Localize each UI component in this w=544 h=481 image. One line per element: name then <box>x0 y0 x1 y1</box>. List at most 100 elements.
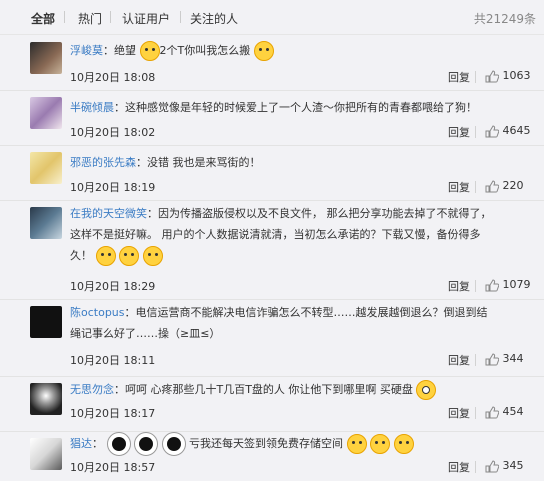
action-divider <box>475 354 476 366</box>
action-divider <box>475 407 476 419</box>
comment-text: 在我的天空微笑：因为传播盗版侵权以及不良文件， 那么把分享功能去掉了不就得了， … <box>70 203 510 266</box>
like-button[interactable]: 220 <box>485 179 524 193</box>
comment-row: 无思勿念：呵呵 心疼那些几十T几百T盘的人 你让他下到哪里啊 买硬盘 10月20… <box>0 377 544 432</box>
comment-timestamp: 10月20日 18:08 <box>70 71 156 84</box>
tab-divider <box>180 11 181 23</box>
crying-emoji-icon <box>95 246 116 266</box>
tab-divider <box>64 11 65 23</box>
comment-row: 半碗倾晨：这种感觉像是年轻的时候爱上了一个人渣～你把所有的青春都喂给了狗！ 10… <box>0 91 544 146</box>
action-divider <box>475 461 476 473</box>
action-divider <box>475 280 476 292</box>
comment-text-part: 这种感觉像是年轻的时候爱上了一个人渣～你把所有的青春都喂给了狗！ <box>125 101 477 114</box>
reply-button[interactable]: 回复 <box>448 459 470 475</box>
comment-timestamp: 10月20日 18:19 <box>70 181 156 194</box>
tab-verified-users[interactable]: 认证用户 <box>122 10 170 27</box>
username-link[interactable]: 猖达 <box>70 437 92 450</box>
comment-text-part: 呵呵 心疼那些几十T几百T盘的人 你让他下到哪里啊 买硬盘 <box>125 383 413 396</box>
thumbs-up-icon <box>485 278 499 291</box>
panda-emoji-icon <box>161 432 186 456</box>
smirk-emoji-icon <box>346 434 367 454</box>
comment-text-part: 因为传播盗版侵权以及不良文件， 那么把分享功能去掉了不就得了， <box>158 207 492 220</box>
comment-timestamp: 10月20日 18:11 <box>70 354 156 367</box>
username-link[interactable]: 邪恶的张先森 <box>70 156 136 169</box>
comment-row: 陈octopus：电信运营商不能解决电信诈骗怎么不转型……越发展越倒退么？倒退到… <box>0 300 544 377</box>
username-link[interactable]: 在我的天空微笑 <box>70 207 147 220</box>
like-button[interactable]: 4645 <box>485 124 531 138</box>
reply-button[interactable]: 回复 <box>448 352 470 368</box>
like-count: 1079 <box>502 278 531 291</box>
crying-emoji-icon <box>119 246 139 266</box>
total-comment-count: 共21249条 <box>473 12 536 26</box>
comment-text: 半碗倾晨：这种感觉像是年轻的时候爱上了一个人渣～你把所有的青春都喂给了狗！ <box>70 101 477 114</box>
smirk-emoji-icon <box>370 434 390 454</box>
reply-button[interactable]: 回复 <box>448 124 470 140</box>
comment-text-part: 这样不是挺好嘛。 用户的个人数据说清就清，当初怎么承诺的？下载又慢，备份得多 <box>70 228 481 241</box>
avatar[interactable] <box>30 383 62 415</box>
comment-text-part: 没错 我也是来骂街的！ <box>147 156 261 169</box>
comment-row: 浮峻莫：绝望 2个T你叫我怎么搬 10月20日 18:08 回复 1063 <box>0 36 544 91</box>
comment-timestamp: 10月20日 18:17 <box>70 407 156 420</box>
comment-text: 邪恶的张先森：没错 我也是来骂街的！ <box>70 156 261 169</box>
like-button[interactable]: 1063 <box>485 69 531 83</box>
thumbs-up-icon <box>485 405 499 418</box>
reply-button[interactable]: 回复 <box>448 69 470 85</box>
sweat-emoji-icon <box>416 380 437 400</box>
avatar[interactable] <box>30 152 62 184</box>
comment-text-part: 绳记事么好了……操（≥皿≤） <box>70 327 221 340</box>
smirk-emoji-icon <box>139 41 160 61</box>
tab-hot[interactable]: 热门 <box>78 10 102 27</box>
comment-row: 在我的天空微笑：因为传播盗版侵权以及不良文件， 那么把分享功能去掉了不就得了， … <box>0 201 544 300</box>
like-button[interactable]: 345 <box>485 459 524 473</box>
like-button[interactable]: 1079 <box>485 278 531 292</box>
comment-text: 无思勿念：呵呵 心疼那些几十T几百T盘的人 你让他下到哪里啊 买硬盘 <box>70 379 437 400</box>
avatar[interactable] <box>30 42 62 74</box>
username-link[interactable]: 无思勿念 <box>70 383 114 396</box>
comment-text-part: 亏我还每天签到领免费存储空间 <box>189 437 343 450</box>
panda-emoji-icon <box>134 432 158 456</box>
avatar[interactable] <box>30 97 62 129</box>
like-count: 454 <box>502 405 524 418</box>
reply-button[interactable]: 回复 <box>448 179 470 195</box>
comment-text: 陈octopus：电信运营商不能解决电信诈骗怎么不转型……越发展越倒退么？倒退到… <box>70 302 510 344</box>
comment-text-part: 久！ <box>70 249 92 262</box>
comment-text-part: 2个T你叫我怎么搬 <box>159 44 251 57</box>
comment-filter-tabs: 全部 热门 认证用户 关注的人 共21249条 <box>0 0 544 35</box>
smirk-emoji-icon <box>253 41 274 61</box>
smirk-emoji-icon <box>393 434 414 454</box>
comment-text-part: 电信运营商不能解决电信诈骗怎么不转型……越发展越倒退么？倒退到结 <box>135 306 488 319</box>
avatar[interactable] <box>30 438 62 470</box>
action-divider <box>475 181 476 193</box>
action-divider <box>475 126 476 138</box>
comment-timestamp: 10月20日 18:02 <box>70 126 156 139</box>
comment-text-part: 绝望 <box>114 44 136 57</box>
thumbs-up-icon <box>485 352 499 365</box>
tab-divider <box>110 11 111 23</box>
comment-panel: 全部 热门 认证用户 关注的人 共21249条 浮峻莫：绝望 2个T你叫我怎么搬… <box>0 0 544 481</box>
reply-button[interactable]: 回复 <box>448 405 470 421</box>
avatar[interactable] <box>30 207 62 239</box>
like-button[interactable]: 454 <box>485 405 524 419</box>
reply-button[interactable]: 回复 <box>448 278 470 294</box>
tab-all[interactable]: 全部 <box>31 10 55 27</box>
comment-timestamp: 10月20日 18:29 <box>70 280 156 293</box>
comment-row: 邪恶的张先森：没错 我也是来骂街的！ 10月20日 18:19 回复 220 <box>0 146 544 201</box>
username-link[interactable]: 浮峻莫 <box>70 44 103 57</box>
comment-timestamp: 10月20日 18:57 <box>70 461 156 474</box>
username-link[interactable]: 陈octopus <box>70 306 125 319</box>
action-divider <box>475 71 476 83</box>
like-button[interactable]: 344 <box>485 352 524 366</box>
avatar[interactable] <box>30 306 62 338</box>
thumbs-up-icon <box>485 179 499 192</box>
panda-emoji-icon <box>106 432 131 456</box>
thumbs-up-icon <box>485 69 499 82</box>
like-count: 345 <box>502 459 524 472</box>
comment-text: 猖达： 亏我还每天签到领免费存储空间 <box>70 432 414 456</box>
username-link[interactable]: 半碗倾晨 <box>70 101 114 114</box>
like-count: 220 <box>502 179 524 192</box>
tab-following[interactable]: 关注的人 <box>190 10 238 27</box>
thumbs-up-icon <box>485 459 499 472</box>
comment-text: 浮峻莫：绝望 2个T你叫我怎么搬 <box>70 40 274 61</box>
thumbs-up-icon <box>485 124 499 137</box>
like-count: 344 <box>502 352 524 365</box>
like-count: 1063 <box>502 69 531 82</box>
